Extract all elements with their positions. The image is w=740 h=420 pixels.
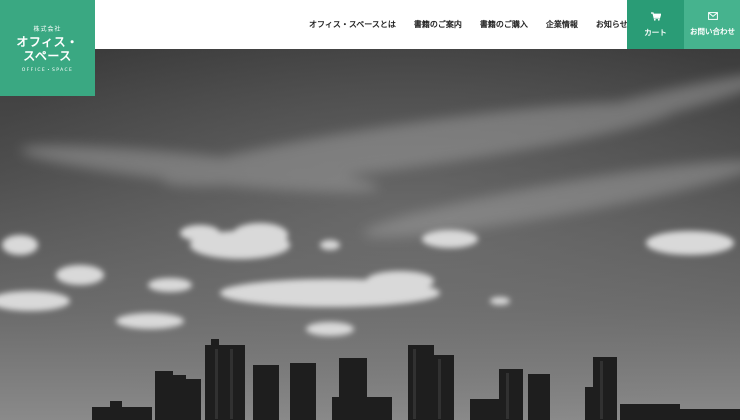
contact-button[interactable]: お問い合わせ bbox=[684, 0, 740, 49]
nav-item-purchase[interactable]: 書籍のご購入 bbox=[471, 0, 537, 49]
cart-icon bbox=[650, 11, 661, 21]
hero-image bbox=[0, 49, 740, 420]
site-header: 株式会社 オフィス・ スペース OFFICE・SPACE オフィス・スペースとは… bbox=[0, 0, 740, 96]
logo-name-en: OFFICE・SPACE bbox=[21, 67, 74, 73]
logo-company-type: 株式会社 bbox=[33, 25, 62, 33]
logo-name-line2: スペース bbox=[23, 48, 72, 63]
main-nav: オフィス・スペースとは 書籍のご案内 書籍のご購入 企業情報 お知らせ bbox=[300, 0, 637, 49]
nav-item-about[interactable]: オフィス・スペースとは bbox=[300, 0, 405, 49]
cart-button[interactable]: カート bbox=[627, 0, 684, 49]
contact-label: お問い合わせ bbox=[690, 27, 735, 36]
logo-name-line1: オフィス・ bbox=[16, 34, 79, 49]
site-logo[interactable]: 株式会社 オフィス・ スペース OFFICE・SPACE bbox=[0, 0, 95, 96]
hero-skyline-illustration bbox=[0, 49, 740, 420]
cart-label: カート bbox=[644, 27, 667, 37]
mail-icon bbox=[707, 12, 718, 20]
nav-item-books[interactable]: 書籍のご案内 bbox=[405, 0, 471, 49]
nav-item-company[interactable]: 企業情報 bbox=[537, 0, 587, 49]
